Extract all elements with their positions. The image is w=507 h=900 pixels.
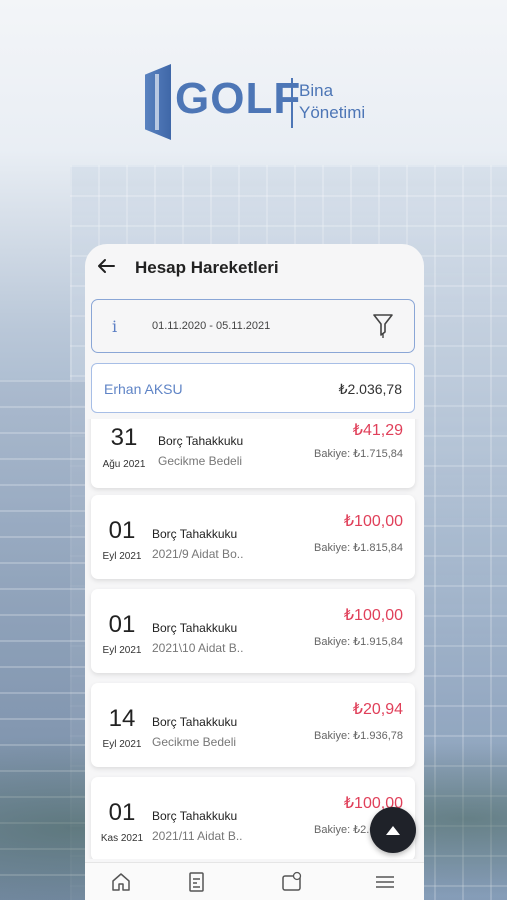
transaction-month: Eyl 2021 [102, 739, 142, 750]
funnel-icon[interactable] [372, 312, 394, 340]
transaction-description: 2021/9 Aidat Bo.. [152, 547, 244, 561]
transaction-description: 2021/11 Aidat B.. [152, 829, 243, 843]
transaction-day: 01 [108, 611, 136, 638]
transaction-card[interactable]: 31 Ağu 2021 Borç Tahakkuku Gecikme Bedel… [91, 419, 415, 488]
logo-divider [291, 78, 293, 128]
transaction-card[interactable]: 01 Eyl 2021 Borç Tahakkuku 2021\10 Aidat… [91, 589, 415, 673]
document-list-icon[interactable] [186, 871, 208, 893]
transaction-type: Borç Tahakkuku [152, 527, 238, 541]
transaction-card[interactable]: 01 Eyl 2021 Borç Tahakkuku 2021/9 Aidat … [91, 495, 415, 579]
bottom-nav [85, 862, 424, 900]
payment-card-icon[interactable] [281, 871, 303, 893]
header: Hesap Hareketleri [85, 244, 424, 292]
account-movements-screen: Hesap Hareketleri i 01.11.2020 - 05.11.2… [85, 244, 424, 900]
transaction-day: 01 [108, 517, 136, 544]
date-filter-bar[interactable]: i 01.11.2020 - 05.11.2021 [91, 299, 415, 353]
transaction-card[interactable]: 01 Kas 2021 Borç Tahakkuku 2021/11 Aidat… [91, 777, 415, 859]
transaction-month: Eyl 2021 [102, 645, 142, 656]
transaction-amount: ₺20,94 [352, 701, 403, 718]
transaction-type: Borç Tahakkuku [152, 809, 238, 823]
logo-subtitle-line1: Bina [299, 81, 334, 100]
transaction-day: 14 [108, 705, 136, 732]
transaction-card[interactable]: 14 Eyl 2021 Borç Tahakkuku Gecikme Bedel… [91, 683, 415, 767]
transaction-month: Eyl 2021 [102, 551, 142, 562]
transaction-description: Gecikme Bedeli [152, 735, 237, 749]
transaction-amount: ₺41,29 [352, 422, 403, 439]
transaction-balance: Bakiye: ₺1.815,84 [314, 542, 403, 554]
arrow-left-icon[interactable] [96, 256, 118, 278]
account-total: ₺2.036,78 [338, 381, 402, 397]
transaction-balance: Bakiye: ₺1.915,84 [314, 636, 403, 648]
logo-mark [145, 64, 171, 140]
transaction-month: Ağu 2021 [102, 459, 146, 470]
transaction-type: Borç Tahakkuku [152, 621, 238, 635]
info-icon[interactable]: i [112, 317, 117, 336]
account-summary[interactable]: Erhan AKSU ₺2.036,78 [91, 363, 415, 413]
transaction-type: Borç Tahakkuku [152, 715, 238, 729]
transaction-amount: ₺100,00 [343, 607, 403, 624]
golf-logo: GOLF Bina Yönetimi [145, 62, 375, 142]
date-range: 01.11.2020 - 05.11.2021 [152, 320, 271, 332]
logo-text: GOLF [175, 74, 302, 123]
menu-icon[interactable] [374, 871, 396, 893]
transaction-list[interactable]: 31 Ağu 2021 Borç Tahakkuku Gecikme Bedel… [85, 419, 424, 859]
transaction-amount: ₺100,00 [343, 513, 403, 530]
transaction-description: Gecikme Bedeli [158, 454, 243, 468]
account-holder-name: Erhan AKSU [104, 381, 183, 397]
transaction-description: 2021\10 Aidat B.. [152, 641, 244, 655]
transaction-month: Kas 2021 [100, 833, 144, 844]
transaction-day: 01 [108, 799, 136, 826]
home-icon[interactable] [110, 871, 132, 893]
transaction-day: 31 [110, 424, 138, 451]
page-title: Hesap Hareketleri [135, 258, 279, 277]
transaction-type: Borç Tahakkuku [158, 434, 244, 448]
logo-subtitle-line2: Yönetimi [299, 103, 366, 122]
logo-subtitle: Bina Yönetimi [299, 80, 365, 124]
arrow-up-icon[interactable] [370, 807, 416, 853]
transaction-balance: Bakiye: ₺1.715,84 [314, 448, 403, 460]
transaction-balance: Bakiye: ₺1.936,78 [314, 730, 403, 742]
